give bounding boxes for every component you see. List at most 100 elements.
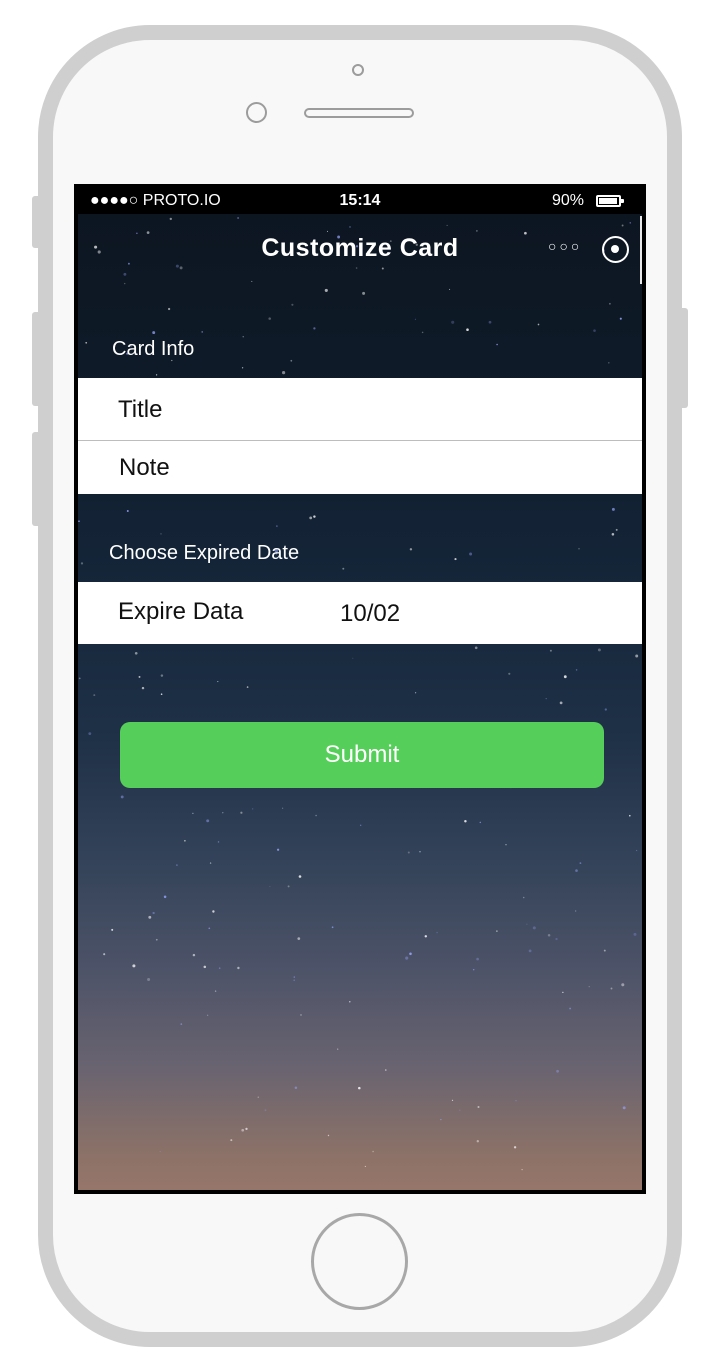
star — [635, 654, 639, 658]
star — [209, 862, 212, 864]
star — [424, 935, 428, 938]
note-field[interactable]: Note — [119, 454, 170, 482]
star — [469, 552, 473, 556]
expire-date-row[interactable]: Expire Data 10/02 — [78, 582, 642, 644]
star — [549, 649, 552, 652]
star — [192, 953, 196, 957]
status-bar: ●●●●○ PROTO.IO 15:14 90% — [78, 188, 642, 214]
star — [315, 814, 317, 817]
star — [230, 1139, 233, 1142]
star — [547, 934, 551, 937]
star — [252, 808, 254, 810]
star — [622, 1106, 626, 1110]
star — [621, 983, 625, 987]
star — [276, 848, 280, 851]
star — [241, 367, 244, 369]
star — [126, 510, 129, 512]
star — [313, 515, 316, 518]
star — [505, 844, 507, 846]
star — [134, 651, 138, 655]
star — [604, 708, 607, 711]
star — [155, 374, 158, 376]
star — [440, 1119, 442, 1121]
nav-edge-divider — [640, 216, 642, 284]
expire-date-label: Expire Data — [118, 598, 244, 625]
star — [268, 317, 271, 320]
star — [414, 318, 416, 320]
card-info-section-label: Card Info — [112, 338, 195, 360]
star — [409, 952, 412, 956]
star — [206, 819, 210, 823]
star — [358, 1086, 361, 1090]
star — [385, 1069, 387, 1071]
star — [138, 675, 141, 678]
star — [212, 910, 215, 913]
star — [120, 795, 124, 799]
star — [242, 336, 244, 338]
star — [476, 1140, 479, 1143]
star — [184, 840, 186, 842]
star — [152, 331, 156, 335]
star — [508, 672, 511, 675]
star — [532, 926, 536, 930]
star — [446, 224, 448, 226]
star — [528, 949, 532, 953]
star — [331, 926, 334, 929]
star — [407, 851, 410, 854]
submit-button[interactable]: Submit — [120, 722, 604, 788]
star — [603, 949, 606, 952]
star — [633, 932, 637, 936]
star — [293, 979, 295, 981]
star — [309, 516, 313, 520]
star — [349, 226, 351, 228]
star — [360, 824, 362, 826]
star — [264, 1109, 267, 1112]
star — [103, 953, 106, 956]
star — [169, 217, 172, 221]
star — [635, 849, 638, 852]
star — [237, 217, 240, 219]
more-dots-icon[interactable]: ○○○ — [548, 238, 582, 254]
star — [472, 968, 475, 971]
star — [217, 681, 219, 683]
star — [521, 1168, 523, 1171]
home-button[interactable] — [311, 1213, 408, 1310]
expire-date-value[interactable]: 10/02 — [340, 600, 400, 628]
title-field[interactable]: Title — [118, 396, 162, 424]
star — [240, 811, 243, 814]
star — [588, 986, 590, 988]
star — [610, 987, 613, 990]
star — [621, 224, 624, 227]
star — [575, 910, 577, 912]
star — [257, 1096, 260, 1098]
target-circle-icon[interactable] — [602, 236, 629, 263]
star — [85, 341, 88, 344]
star — [609, 302, 611, 305]
star — [414, 692, 417, 694]
star — [237, 966, 240, 970]
star — [124, 282, 126, 285]
star — [276, 525, 278, 527]
star — [300, 1014, 302, 1016]
star — [342, 567, 345, 570]
star — [479, 821, 482, 824]
star — [222, 812, 224, 814]
star — [201, 331, 203, 333]
star — [579, 862, 582, 864]
star — [454, 558, 457, 561]
star — [575, 869, 578, 872]
star — [526, 923, 528, 925]
star — [372, 1150, 374, 1153]
expire-section-label: Choose Expired Date — [109, 542, 300, 564]
star — [607, 361, 610, 364]
star — [290, 359, 293, 362]
row-divider — [78, 440, 642, 441]
star — [208, 927, 211, 930]
star — [291, 303, 294, 306]
star — [160, 693, 163, 695]
star — [192, 812, 194, 815]
star — [269, 885, 271, 888]
star — [563, 675, 567, 679]
star — [476, 957, 479, 961]
star — [611, 507, 615, 511]
